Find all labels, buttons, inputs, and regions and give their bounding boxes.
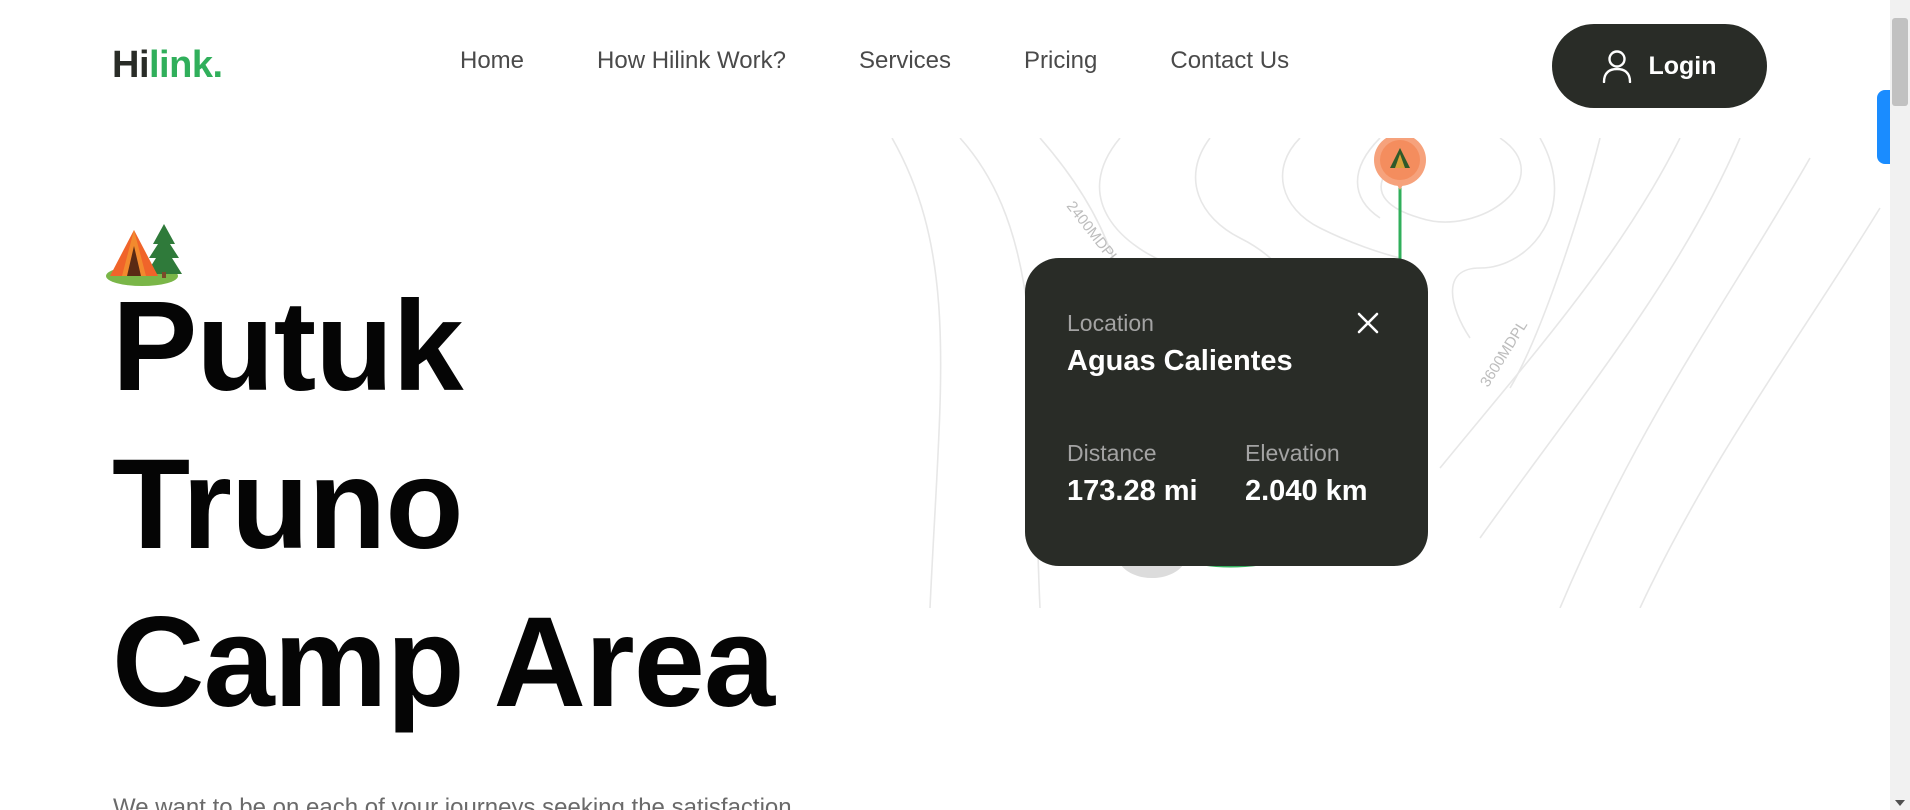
nav-item-how-hilink-work[interactable]: How Hilink Work? [597,47,786,75]
side-widget-tab[interactable] [1877,90,1890,164]
close-icon [1357,312,1379,334]
nav-item-home[interactable]: Home [460,47,524,75]
login-button[interactable]: Login [1552,24,1767,108]
hero-title-line-1: Putuk [112,275,464,418]
user-icon [1603,50,1632,83]
contour-label-3600: 3600MDPL [1477,317,1531,390]
nav-item-pricing[interactable]: Pricing [1024,47,1097,75]
hero-title: Putuk Truno Camp Area [112,268,775,742]
logo-part-dark: Hi [112,44,150,86]
elevation-label: Elevation [1245,440,1340,466]
vertical-scrollbar[interactable] [1890,0,1910,810]
distance-label: Distance [1067,440,1157,466]
page: Hilink. Home How Hilink Work? Services P… [0,0,1910,810]
distance-value: 173.28 mi [1067,475,1198,507]
location-info-card: Location Aguas Calientes Distance 173.28… [1025,258,1428,566]
hero-title-line-2: Truno [112,433,464,576]
logo[interactable]: Hilink. [112,44,223,87]
elevation-value: 2.040 km [1245,475,1368,507]
main-nav: Home How Hilink Work? Services Pricing C… [460,47,1289,75]
nav-item-contact-us[interactable]: Contact Us [1170,47,1289,75]
scroll-down-arrow-icon[interactable] [1895,800,1905,806]
location-block: Location Aguas Calientes [1067,310,1293,378]
location-value: Aguas Calientes [1067,345,1293,377]
logo-part-green: link. [149,44,223,86]
nav-item-services[interactable]: Services [859,47,951,75]
hero-description: We want to be on each of your journeys s… [113,794,792,810]
hero-title-line-3: Camp Area [112,591,775,734]
close-button[interactable] [1353,308,1383,338]
location-label: Location [1067,310,1154,336]
login-label: Login [1648,51,1717,80]
elevation-block: Elevation 2.040 km [1245,440,1368,508]
scrollbar-thumb[interactable] [1892,18,1908,106]
distance-block: Distance 173.28 mi [1067,440,1198,508]
